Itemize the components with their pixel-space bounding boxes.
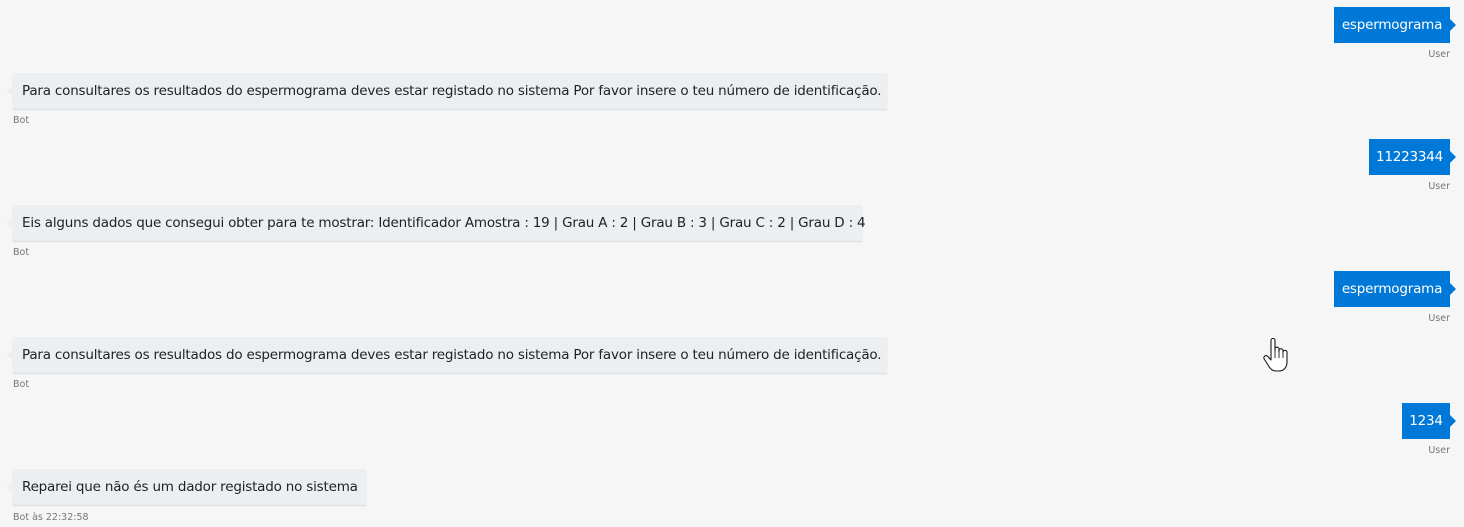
user-message-bubble[interactable]: espermograma	[1334, 7, 1456, 43]
user-message-bubble[interactable]: 1234	[1402, 403, 1456, 439]
bot-message-bubble[interactable]: Para consultares os resultados do esperm…	[7, 337, 887, 373]
message-sender-label: Bot	[13, 247, 30, 258]
user-message-bubble[interactable]: espermograma	[1334, 271, 1456, 307]
bot-message-bubble[interactable]: Eis alguns dados que consegui obter para…	[7, 205, 866, 241]
bot-message-bubble[interactable]: Para consultares os resultados do esperm…	[7, 73, 887, 109]
message-sender-label: User	[1428, 445, 1450, 456]
user-message-bubble[interactable]: 11223344	[1369, 139, 1456, 175]
message-sender-label: Bot	[13, 115, 30, 126]
message-sender-label: User	[1428, 49, 1450, 60]
bot-message-bubble[interactable]: Reparei que não és um dador registado no…	[7, 469, 366, 505]
message-sender-label: User	[1428, 181, 1450, 192]
hand-pointer-icon	[1263, 338, 1288, 372]
message-sender-label: Bot	[13, 379, 30, 390]
message-timestamp-label: Bot às 22:32:58	[13, 512, 89, 523]
message-sender-label: User	[1428, 313, 1450, 324]
chat-history: espermograma User Para consultares os re…	[0, 0, 1464, 527]
